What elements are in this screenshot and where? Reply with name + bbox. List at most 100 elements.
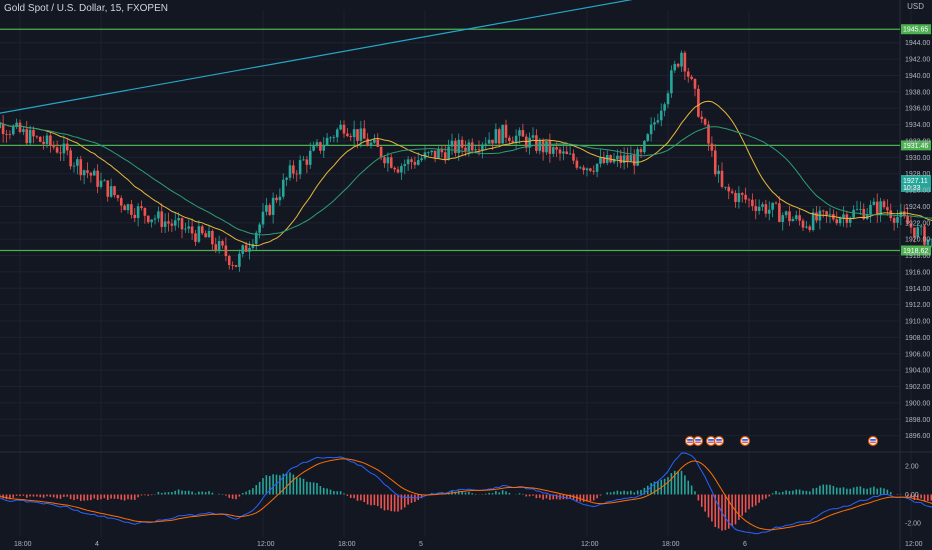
candle-body (184, 228, 187, 230)
candle-body (356, 129, 359, 141)
chart-canvas[interactable]: 1945.651931.461918.62 1927.1110:33 1944.… (0, 0, 932, 550)
axes: 1944.00 1942.00 1940.00 1938.00 1936.00 1934.… (14, 40, 930, 548)
candle-body (636, 149, 639, 166)
candle-body (278, 196, 282, 201)
candle-body (717, 170, 720, 175)
grid (0, 0, 932, 550)
candle-body (49, 135, 52, 146)
candle-body (808, 226, 812, 230)
candle-body (227, 256, 231, 266)
candle-body (497, 129, 501, 144)
candle-body (464, 147, 467, 151)
candle-body (123, 205, 126, 211)
candle-body (258, 224, 261, 233)
candle-body (366, 138, 369, 146)
trend-line (0, 0, 633, 114)
candle-body (568, 153, 572, 155)
candle-body (214, 244, 218, 251)
event-flag-icon[interactable] (739, 435, 751, 447)
candle-body (143, 207, 147, 216)
candle-body (821, 210, 825, 212)
event-markers (684, 435, 879, 447)
y-tick-label: 1942.00 (905, 57, 930, 64)
event-flag-icon[interactable] (692, 435, 704, 447)
candle-body (916, 227, 920, 238)
candle-body (896, 217, 899, 223)
y-tick-label: 1918.00 (905, 253, 930, 260)
candle-body (130, 204, 133, 215)
candle-body (248, 247, 251, 252)
candle-body (400, 166, 403, 173)
event-flag-icon[interactable] (867, 435, 879, 447)
candle-body (136, 206, 140, 219)
candle-body (403, 164, 407, 167)
candle-body (157, 211, 160, 219)
candle-body (491, 139, 494, 144)
flag-icon-stripe (708, 439, 714, 441)
candle-body (767, 209, 771, 214)
candle-body (302, 159, 305, 161)
candle-body (379, 146, 383, 158)
candle-body (160, 211, 164, 227)
candle-body (244, 245, 248, 252)
candle-body (585, 168, 589, 171)
candle-body (521, 130, 525, 137)
candle-body (386, 157, 390, 164)
y-tick-label: 1910.00 (905, 319, 930, 326)
candle-body (477, 149, 481, 151)
candle-body (221, 241, 224, 246)
candle-body (103, 180, 106, 182)
candle-body (774, 202, 778, 204)
candle-body (234, 265, 238, 267)
candle-body (467, 142, 471, 151)
macd-y-tick-label: -2.00 (905, 520, 921, 527)
candle-body (82, 170, 86, 176)
candle-body (92, 170, 96, 176)
x-tick-label: 12:00 (581, 541, 599, 548)
candle-body (842, 214, 845, 219)
candle-body (454, 140, 457, 154)
candle-body (811, 212, 815, 230)
candle-body (744, 194, 747, 200)
candle-body (737, 193, 741, 203)
event-flag-icon[interactable] (713, 435, 725, 447)
candle-body (25, 129, 29, 144)
candle-body (28, 129, 32, 144)
candle-body (8, 134, 12, 135)
candle-body (315, 142, 319, 146)
candle-body (757, 206, 761, 211)
y-tick-label: 1924.00 (905, 204, 930, 211)
candle-body (275, 197, 278, 201)
candle-body (1, 123, 5, 135)
candle-body (433, 150, 437, 159)
candle-body (494, 129, 498, 144)
candle-body (271, 197, 275, 215)
candle-body (727, 186, 731, 192)
candle-body (697, 88, 700, 117)
candle-body (524, 136, 528, 148)
candle-body (720, 170, 724, 187)
candle-body (96, 170, 99, 187)
candle-body (548, 141, 552, 154)
candle-body (346, 133, 349, 137)
y-tick-label: 1896.00 (905, 433, 930, 440)
candle-body (45, 135, 49, 144)
candle-body (231, 265, 234, 266)
candle-body (86, 170, 89, 173)
candle-body (173, 220, 177, 226)
candle-body (362, 128, 366, 139)
candle-body (747, 199, 751, 201)
flag-icon-stripe (742, 441, 748, 444)
x-tick-label: 18:00 (14, 541, 32, 548)
candle-body (730, 191, 734, 193)
candle-body (437, 149, 440, 159)
candle-body (349, 136, 353, 138)
candle-body (298, 160, 302, 175)
candle-body (673, 63, 677, 71)
candle-body (211, 230, 214, 245)
candle-body (204, 233, 207, 238)
candle-body (72, 165, 76, 167)
flag-icon-stripe (687, 439, 693, 441)
macd-y-tick-label: 2.00 (905, 464, 919, 471)
candle-body (484, 143, 488, 145)
